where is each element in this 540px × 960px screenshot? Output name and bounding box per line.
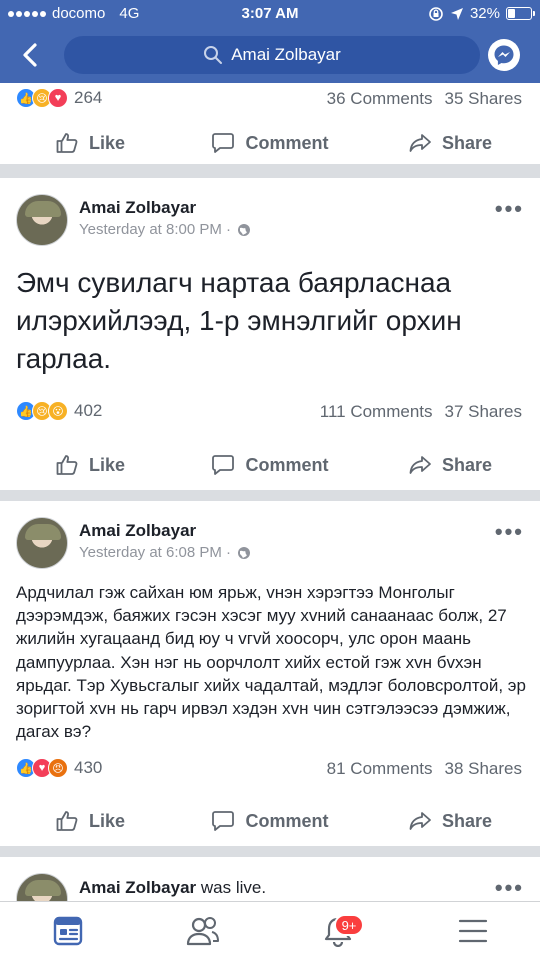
reaction-summary[interactable]: 👍 😢 ♥ 264 [16,88,102,108]
bottom-tab-bar: 9+ [0,901,540,960]
comment-button[interactable]: Comment [180,796,360,846]
share-icon [409,134,431,152]
globe-icon [238,223,251,236]
reaction-count: 264 [74,88,103,107]
comments-count[interactable]: 81 Comments [327,759,433,779]
location-icon [450,7,463,20]
post-text: Ардчилал гэж сайхан юм ярьж, vнэн хэрэгт… [16,583,526,742]
back-button[interactable] [16,40,46,70]
like-icon [56,133,78,153]
comments-count[interactable]: 111 Comments [320,402,433,422]
post-stats: 👍 😢 😮 402 111 Comments 37 Shares [0,397,540,427]
notification-badge: 9+ [334,914,364,936]
post-actions: Like Comment Share [0,440,540,490]
post-timestamp[interactable]: Yesterday at 8:00 PM · [79,221,251,238]
post-time-text: Yesterday at 6:08 PM · [79,544,232,561]
battery-percent: 32% [469,5,500,22]
author-name[interactable]: Amai Zolbayar was live. [79,878,266,898]
like-button[interactable]: Like [0,440,180,490]
share-icon [409,456,431,474]
status-right: 32% [428,5,535,22]
post-time-text: Yesterday at 8:00 PM · [79,221,232,238]
author-name[interactable]: Amai Zolbayar [79,521,196,541]
live-status-text: was live. [196,878,267,897]
comment-icon [212,455,235,475]
reaction-summary[interactable]: 👍 😢 😮 402 [16,401,102,421]
comment-button[interactable]: Comment [180,440,360,490]
comment-label: Comment [245,454,329,475]
like-label: Like [88,132,126,153]
battery-icon [506,7,535,20]
friends-icon [186,917,219,946]
like-icon [56,455,78,475]
post-stats: 👍 😢 ♥ 264 36 Comments 35 Shares [0,84,540,114]
more-options-button[interactable]: ••• [495,519,524,545]
comments-count[interactable]: 36 Comments [327,89,433,109]
search-icon [204,46,223,64]
comment-label: Comment [245,132,329,153]
post-timestamp[interactable]: Yesterday at 6:08 PM · [79,544,251,561]
wow-reaction-icon: 😮 [48,401,68,421]
back-icon [23,43,37,67]
like-icon [56,811,78,831]
like-label: Like [88,810,126,831]
messenger-icon [494,45,514,65]
share-button[interactable]: Share [360,118,540,168]
tab-menu[interactable] [405,902,540,960]
post-card: Amai Zolbayar Yesterday at 6:08 PM · •••… [0,501,540,846]
search-input[interactable]: Amai Zolbayar [64,36,480,74]
news-feed-icon [53,916,82,946]
post-card: 👍 😢 ♥ 264 36 Comments 35 Shares Like Com… [0,83,540,164]
avatar[interactable] [16,517,68,569]
comment-button[interactable]: Comment [180,118,360,168]
comment-icon [212,811,235,831]
messenger-button[interactable] [488,39,520,71]
author-name-text: Amai Zolbayar [79,878,197,897]
like-button[interactable]: Like [0,796,180,846]
angry-reaction-icon: 😠 [48,758,68,778]
reaction-summary[interactable]: 👍 ♥ 😠 430 [16,758,102,778]
reaction-count: 402 [74,401,103,420]
like-label: Like [88,454,126,475]
globe-icon [238,546,251,559]
more-options-button[interactable]: ••• [495,196,524,222]
share-label: Share [441,132,493,153]
like-button[interactable]: Like [0,118,180,168]
tab-notifications[interactable]: 9+ [270,902,405,960]
share-button[interactable]: Share [360,440,540,490]
love-reaction-icon: ♥ [48,88,68,108]
menu-icon [458,919,487,943]
tab-news-feed[interactable] [0,902,135,960]
post-card: Amai Zolbayar was live. ••• [0,857,540,901]
reaction-count: 430 [74,758,103,777]
share-label: Share [441,810,493,831]
status-bar: docomo 4G 3:07 AM 32% [0,0,540,28]
share-icon [409,812,431,830]
news-feed: 👍 😢 ♥ 264 36 Comments 35 Shares Like Com… [0,83,540,901]
avatar[interactable] [16,194,68,246]
author-name[interactable]: Amai Zolbayar [79,198,196,218]
avatar[interactable] [16,873,68,901]
search-text: Amai Zolbayar [231,45,341,64]
shares-count[interactable]: 38 Shares [445,759,523,779]
comment-label: Comment [245,810,329,831]
share-button[interactable]: Share [360,796,540,846]
share-label: Share [441,454,493,475]
rotation-lock-icon [429,6,443,21]
post-card: Amai Zolbayar Yesterday at 8:00 PM · •••… [0,178,540,490]
more-options-button[interactable]: ••• [495,875,524,901]
post-text: Эмч сувилагч нартаа баярласнаа илэрхийлэ… [16,267,462,374]
shares-count[interactable]: 37 Shares [445,402,523,422]
top-bar: docomo 4G 3:07 AM 32% Amai Zolbayar [0,0,540,83]
shares-count[interactable]: 35 Shares [445,89,523,109]
post-stats: 👍 ♥ 😠 430 81 Comments 38 Shares [0,754,540,784]
post-actions: Like Comment Share [0,796,540,846]
post-actions: Like Comment Share [0,118,540,168]
comment-icon [212,133,235,153]
tab-friends[interactable] [135,902,270,960]
